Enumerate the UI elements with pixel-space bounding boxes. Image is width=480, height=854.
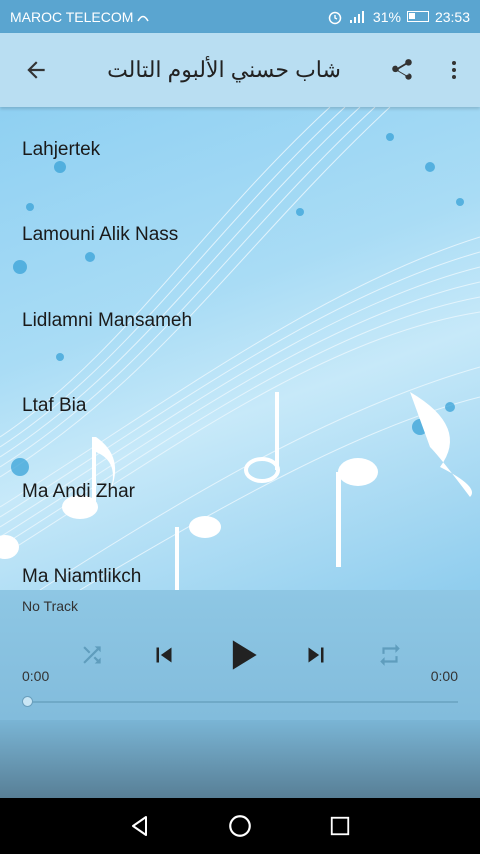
previous-button[interactable] <box>142 630 186 680</box>
player-panel: No Track 0:00 0:00 <box>0 590 480 720</box>
total-time: 0:00 <box>430 668 458 684</box>
track-item[interactable]: Lidlamni Mansameh <box>0 278 480 364</box>
system-nav-bar <box>0 798 480 854</box>
signal-arc-icon <box>137 15 150 21</box>
back-button[interactable] <box>0 33 72 107</box>
status-bar: MAROC TELECOM 31% 23:53 <box>0 0 480 33</box>
seek-bar[interactable] <box>22 695 458 709</box>
repeat-button[interactable] <box>370 630 410 680</box>
play-icon <box>232 640 257 670</box>
track-list: Lahjertek Lamouni Alik Nass Lidlamni Man… <box>0 107 480 590</box>
track-list-area[interactable]: Lahjertek Lamouni Alik Nass Lidlamni Man… <box>0 107 480 590</box>
skip-next-icon <box>308 647 324 663</box>
page-title: شاب حسني الألبوم التالت <box>107 57 341 82</box>
share-button[interactable] <box>376 33 428 107</box>
shuffle-icon <box>83 646 101 664</box>
track-item[interactable]: Ltaf Bia <box>0 364 480 450</box>
signal-strength-icon <box>349 10 364 23</box>
repeat-icon <box>380 644 400 666</box>
track-item[interactable]: Ma Andi Zhar <box>0 449 480 535</box>
skip-previous-icon <box>156 647 172 663</box>
overflow-menu-button[interactable] <box>428 33 480 107</box>
play-button[interactable] <box>215 630 269 680</box>
square-recents-icon <box>330 816 350 836</box>
now-playing-label: No Track <box>22 598 79 614</box>
app-bar: شاب حسني الألبوم التالت <box>0 33 480 107</box>
next-button[interactable] <box>294 630 338 680</box>
track-item[interactable]: Lahjertek <box>0 107 480 193</box>
alarm-icon <box>328 11 342 24</box>
player-controls <box>0 630 480 680</box>
seek-thumb[interactable] <box>22 696 33 707</box>
battery-percent: 31% <box>372 8 401 25</box>
track-title: Ma Andi Zhar <box>22 480 135 502</box>
carrier-name: MAROC TELECOM <box>10 8 134 25</box>
carrier: MAROC TELECOM <box>10 9 327 25</box>
circle-home-icon <box>229 815 251 837</box>
nav-recents-button[interactable] <box>310 798 370 854</box>
arrow-left-icon <box>27 61 45 79</box>
background-fill <box>0 720 480 798</box>
track-title: Ltaf Bia <box>22 395 87 417</box>
track-item[interactable]: Ma Niamtlikch <box>0 535 480 591</box>
shuffle-button[interactable] <box>72 630 112 680</box>
seek-track <box>30 701 458 703</box>
nav-home-button[interactable] <box>210 798 270 854</box>
track-title: Lidlamni Mansameh <box>22 309 193 331</box>
more-vert-icon <box>452 61 456 79</box>
triangle-back-icon <box>132 816 147 836</box>
elapsed-time: 0:00 <box>22 668 50 684</box>
track-item[interactable]: Lamouni Alik Nass <box>0 193 480 279</box>
nav-back-button[interactable] <box>110 798 170 854</box>
track-title: Lahjertek <box>22 138 101 160</box>
share-icon <box>392 59 412 80</box>
battery-icon <box>406 11 429 22</box>
track-title: Lamouni Alik Nass <box>22 224 179 246</box>
track-title: Ma Niamtlikch <box>22 566 142 588</box>
clock: 23:53 <box>434 8 470 25</box>
